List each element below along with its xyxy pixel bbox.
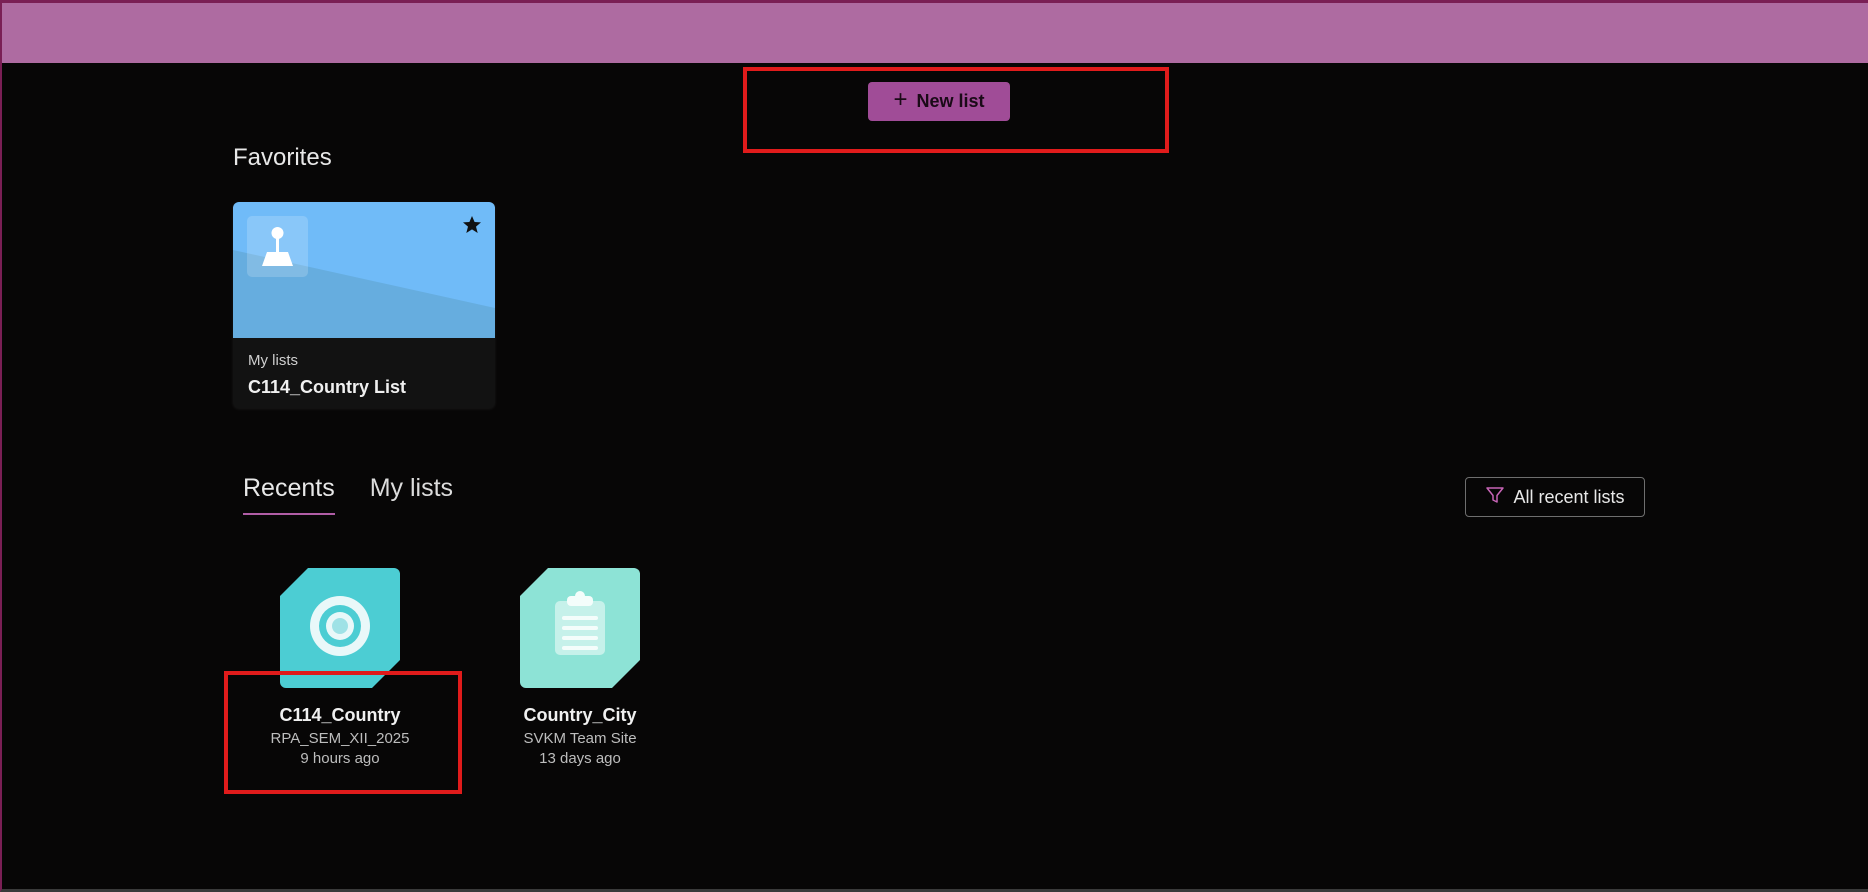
recent-list-item[interactable]: Country_City SVKM Team Site 13 days ago: [480, 568, 680, 767]
tab-my-lists[interactable]: My lists: [370, 474, 453, 515]
recent-list-name: Country_City: [523, 705, 637, 725]
filter-label: All recent lists: [1513, 486, 1625, 507]
recent-list-site: SVKM Team Site: [523, 730, 637, 747]
recent-list-site: RPA_SEM_XII_2025: [270, 730, 410, 747]
recent-list-time: 9 hours ago: [300, 750, 380, 767]
plus-icon: +: [893, 85, 908, 113]
favorites-heading: Favorites: [233, 144, 332, 171]
recent-list-time: 13 days ago: [539, 750, 621, 767]
new-list-button[interactable]: + New list: [868, 82, 1010, 121]
favorite-star-icon[interactable]: [462, 215, 482, 235]
recent-list-item[interactable]: C114_Country RPA_SEM_XII_2025 9 hours ag…: [240, 568, 440, 767]
app-header-band: [2, 0, 1868, 63]
new-list-label: New list: [916, 91, 985, 111]
filter-icon: [1485, 485, 1505, 510]
lists-home-page: + New list Favorites My lists C114_Count…: [0, 0, 1868, 892]
joystick-icon: [247, 216, 308, 277]
all-recent-lists-filter[interactable]: All recent lists: [1465, 477, 1645, 517]
favorite-list-card[interactable]: My lists C114_Country List: [233, 202, 495, 408]
tab-recents[interactable]: Recents: [243, 474, 335, 515]
recent-list-name: C114_Country: [279, 705, 401, 725]
card-subtitle: My lists: [248, 352, 298, 369]
clipboard-icon: [520, 568, 640, 688]
card-title: C114_Country List: [248, 377, 407, 397]
target-icon: [280, 568, 400, 688]
list-tabs: Recents My lists: [243, 474, 453, 515]
